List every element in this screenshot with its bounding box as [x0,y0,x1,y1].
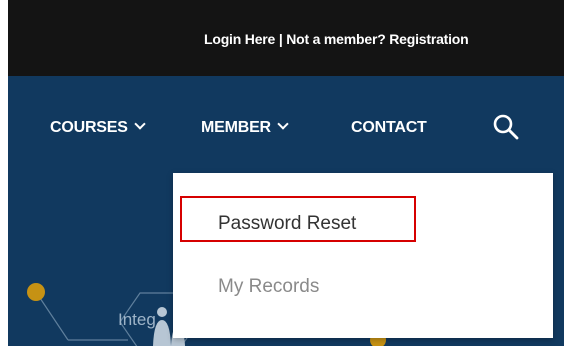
menu-item-password-reset[interactable]: Password Reset [218,213,356,235]
nav-courses-label: COURSES [50,119,128,136]
search-icon[interactable] [492,113,520,141]
account-links: Login Here | Not a member? Registration [204,31,469,47]
nav-member-label: MEMBER [201,119,271,136]
chevron-down-icon [277,118,289,130]
hero-heading: Integ [118,310,156,329]
top-bar: Login Here | Not a member? Registration [8,0,564,76]
nav-courses[interactable]: COURSES [50,118,146,137]
nav-contact[interactable]: CONTACT [351,119,427,137]
hero-dot [27,283,45,301]
page-frame: Login Here | Not a member? Registration … [8,0,564,346]
nav-contact-label: CONTACT [351,119,427,136]
chevron-down-icon [134,118,146,130]
link-separator: | [275,31,287,47]
menu-item-my-records[interactable]: My Records [218,276,319,298]
registration-link[interactable]: Not a member? Registration [286,31,468,47]
nav-member[interactable]: MEMBER [201,118,289,137]
member-dropdown-menu: Password Reset My Records [173,173,553,338]
login-link[interactable]: Login Here [204,31,275,47]
